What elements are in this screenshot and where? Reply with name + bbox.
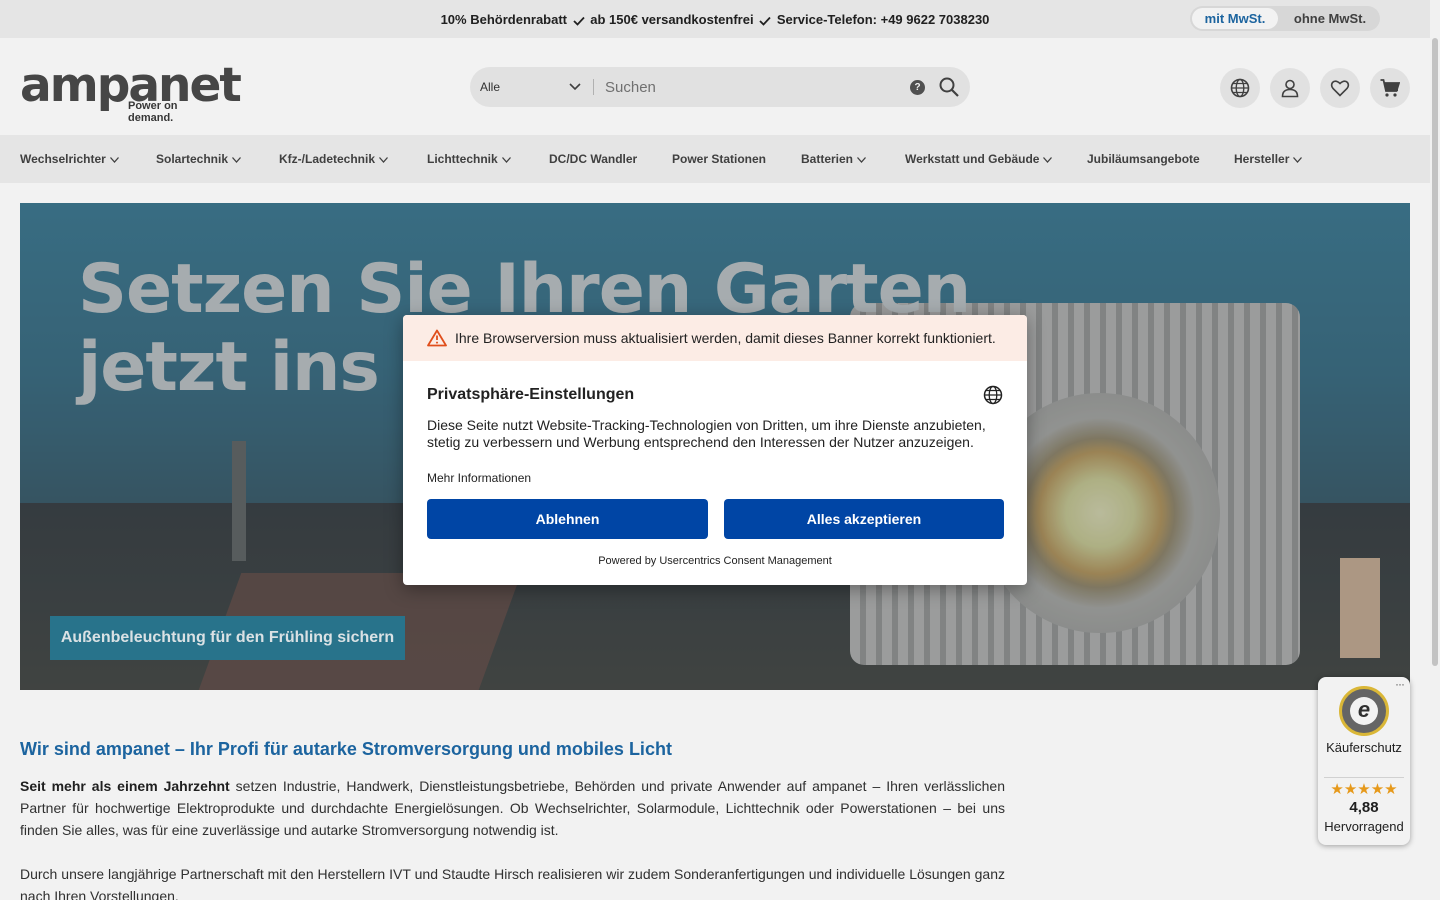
browser-warning: Ihre Browserversion muss aktualisiert we…	[403, 315, 1027, 361]
consent-title: Privatsphäre-Einstellungen	[427, 386, 635, 403]
warning-text: Ihre Browserversion muss aktualisiert we…	[455, 330, 996, 346]
scrollbar-thumb[interactable]	[1432, 38, 1438, 666]
more-info-link[interactable]: Mehr Informationen	[427, 471, 531, 485]
deny-button[interactable]: Ablehnen	[427, 499, 708, 539]
globe-icon[interactable]	[983, 385, 1003, 405]
warning-icon	[427, 329, 447, 347]
page-scrollbar[interactable]	[1430, 0, 1440, 900]
powered-by-text: Powered by Usercentrics Consent Manageme…	[598, 555, 832, 567]
accept-all-button[interactable]: Alles akzeptieren	[724, 499, 1004, 539]
consent-description: Diese Seite nutzt Website-Tracking-Techn…	[427, 417, 986, 450]
consent-dialog: Ihre Browserversion muss aktualisiert we…	[403, 315, 1027, 585]
